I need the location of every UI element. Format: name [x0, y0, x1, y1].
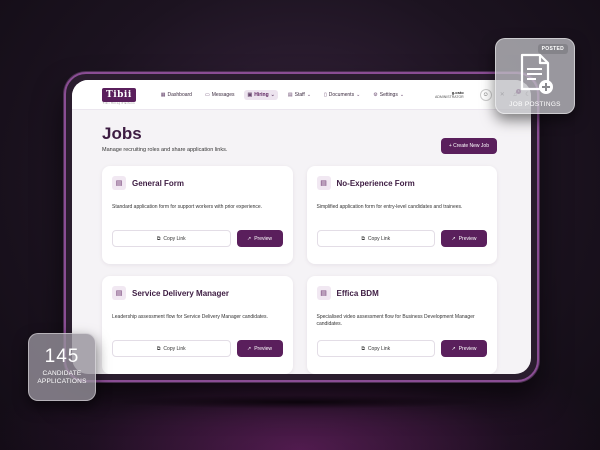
copy-link-button[interactable]: ⧉ Copy Link	[112, 340, 231, 357]
app-screen: Tibii Tibii Hiring Platform ▦ Dashboard …	[72, 80, 531, 374]
applications-count: 145	[44, 346, 80, 367]
nav-item-documents[interactable]: ▯ Documents ⌄	[321, 90, 363, 100]
job-postings-label: JOB POSTINGS	[509, 101, 561, 108]
copy-icon: ⧉	[156, 235, 161, 242]
copy-link-button[interactable]: ⧉ Copy Link	[316, 340, 435, 357]
nav-label: Hiring	[254, 91, 269, 98]
preview-label: Preview	[254, 235, 272, 242]
preview-button[interactable]: ↗ Preview	[236, 230, 283, 247]
nav-item-settings[interactable]: ⚙ Settings ⌄	[370, 90, 407, 100]
chevron-down-icon: ⌄	[270, 91, 275, 98]
card-header: ▤ General Form	[112, 176, 283, 190]
top-nav: Tibii Tibii Hiring Platform ▦ Dashboard …	[72, 80, 531, 110]
applications-label: CANDIDATE APPLICATIONS	[29, 370, 95, 386]
device-shadow	[110, 395, 490, 409]
card-description: Specialised video assessment flow for Bu…	[316, 314, 475, 327]
card-actions: ⧉ Copy Link ↗ Preview	[112, 340, 283, 357]
preview-label: Preview	[458, 235, 477, 242]
logo-subtitle: Tibii Hiring Platform	[102, 101, 135, 105]
nav-item-dashboard[interactable]: ▦ Dashboard	[158, 90, 195, 100]
applications-label-line2: APPLICATIONS	[37, 378, 87, 385]
copy-link-button[interactable]: ⧉ Copy Link	[112, 230, 231, 247]
copy-label: Copy Link	[163, 345, 186, 352]
nav-label: Staff	[294, 91, 305, 98]
nav-label: Messages	[211, 91, 235, 98]
external-link-icon: ↗	[247, 345, 252, 352]
external-link-icon: ↗	[247, 235, 252, 242]
file-icon: ▤	[112, 176, 126, 190]
message-icon: ▭	[204, 91, 210, 98]
external-link-icon: ↗	[451, 235, 456, 242]
card-description: Simplified application form for entry-le…	[316, 204, 463, 210]
create-job-button[interactable]: + Create New Job	[440, 138, 497, 154]
page-title: Jobs	[102, 124, 142, 143]
copy-label: Copy Link	[163, 235, 186, 242]
preview-button[interactable]: ↗ Preview	[441, 340, 487, 357]
copy-label: Copy Link	[367, 235, 391, 242]
nav-menu: ▦ Dashboard ▭ Messages ▣ Hiring ⌄ ▤ Staf…	[158, 89, 407, 100]
card-header: ▤ Service Delivery Manager	[112, 286, 283, 300]
logo-text: Tibii	[106, 89, 132, 100]
applications-label-line1: CANDIDATE	[42, 370, 82, 377]
document-icon: ▯	[324, 91, 327, 98]
chevron-down-icon: ⌄	[399, 91, 405, 98]
job-card: ▤ General Form Standard application form…	[102, 166, 293, 264]
external-link-icon: ↗	[451, 345, 456, 352]
nav-item-staff[interactable]: ▤ Staff ⌄	[285, 90, 314, 100]
card-actions: ⧉ Copy Link ↗ Preview	[316, 230, 487, 247]
nav-label: Documents	[328, 91, 355, 98]
copy-label: Copy Link	[367, 345, 391, 352]
staff-icon: ▤	[287, 91, 293, 98]
main-content: Jobs Manage recruiting roles and share a…	[72, 110, 531, 374]
job-card: ▤ Service Delivery Manager Leadership as…	[102, 276, 293, 374]
card-title: General Form	[132, 178, 185, 188]
file-icon: ▤	[316, 176, 331, 190]
app-logo[interactable]: Tibii Tibii Hiring Platform	[102, 87, 136, 105]
card-title: No-Experience Form	[336, 178, 415, 188]
avatar[interactable]: ☺	[479, 88, 492, 101]
preview-label: Preview	[254, 345, 272, 352]
user-icon: ☺	[482, 91, 489, 98]
nav-item-messages[interactable]: ▭ Messages	[202, 90, 238, 100]
preview-button[interactable]: ↗ Preview	[441, 230, 487, 247]
card-actions: ⧉ Copy Link ↗ Preview	[316, 340, 487, 357]
card-header: ▤ Effica BDM	[316, 286, 488, 300]
card-actions: ⧉ Copy Link ↗ Preview	[112, 230, 283, 247]
briefcase-icon: ▣	[247, 91, 253, 98]
chevron-down-icon: ⌄	[306, 91, 312, 98]
chevron-down-icon: ⌄	[356, 91, 361, 98]
nav-label: Dashboard	[167, 91, 192, 98]
dashboard-icon: ▦	[160, 91, 166, 98]
job-card: ▤ Effica BDM Specialised video assessmen…	[306, 276, 497, 374]
nav-item-hiring[interactable]: ▣ Hiring ⌄	[244, 89, 278, 100]
card-description: Leadership assessment flow for Service D…	[112, 314, 268, 320]
file-icon: ▤	[316, 286, 331, 300]
job-postings-badge: POSTED JOB POSTINGS	[495, 38, 575, 114]
nav-label: Settings	[379, 91, 398, 98]
candidate-applications-badge: 145 CANDIDATE APPLICATIONS	[28, 333, 96, 401]
card-title: Service Delivery Manager	[132, 288, 229, 298]
job-card-grid: ▤ General Form Standard application form…	[102, 166, 497, 374]
file-icon: ▤	[112, 286, 126, 300]
preview-label: Preview	[458, 345, 477, 352]
card-header: ▤ No-Experience Form	[316, 176, 488, 190]
page-header: Jobs Manage recruiting roles and share a…	[102, 124, 497, 154]
copy-icon: ⧉	[156, 345, 161, 352]
user-info[interactable]: g.osto ADMINISTRATOR	[435, 90, 464, 100]
copy-link-button[interactable]: ⧉ Copy Link	[316, 230, 435, 247]
copy-icon: ⧉	[361, 345, 365, 352]
user-role: ADMINISTRATOR	[435, 94, 464, 99]
copy-icon: ⧉	[361, 235, 365, 242]
card-title: Effica BDM	[336, 288, 379, 298]
tablet-device: Tibii Tibii Hiring Platform ▦ Dashboard …	[64, 72, 539, 382]
gear-icon: ⚙	[373, 91, 378, 98]
preview-button[interactable]: ↗ Preview	[236, 340, 283, 357]
card-description: Standard application form for support wo…	[112, 204, 263, 210]
page-subtitle: Manage recruiting roles and share applic…	[102, 147, 228, 153]
job-card: ▤ No-Experience Form Simplified applicat…	[306, 166, 497, 264]
document-add-icon	[520, 53, 553, 94]
